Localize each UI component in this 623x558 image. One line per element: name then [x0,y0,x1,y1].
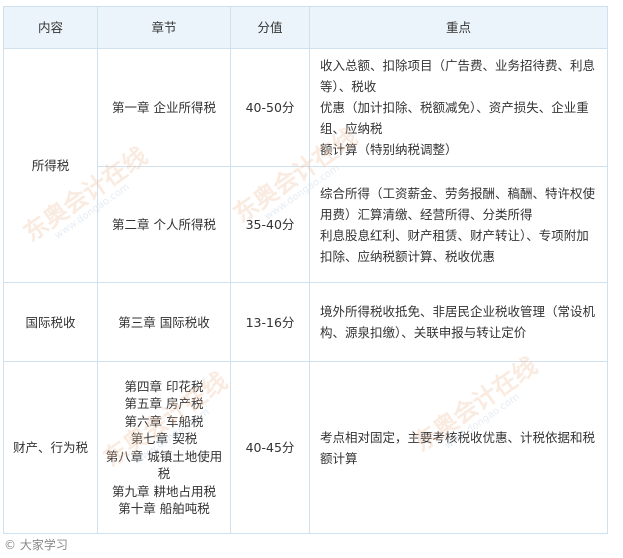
tax-outline-table: 内容 章节 分值 重点 所得税 第一章 企业所得税 40-50分 收入总额、扣除… [3,6,608,534]
table-row: 财产、行为税 第四章 印花税 第五章 房产税 第六章 车船税 第七章 契税 第八… [3,361,608,534]
header-score: 分值 [230,6,310,49]
chapter-item: 第五章 房产税 [124,396,204,411]
points-cell: 境外所得税收抵免、非居民企业税收管理（常设机构、源泉扣缴）、关联申报与转让定价 [309,282,608,362]
chapter-list-cell: 第四章 印花税 第五章 房产税 第六章 车船税 第七章 契税 第八章 城镇土地使… [97,361,231,534]
footer-watermark: © 大家学习 [4,538,68,552]
chapter-cell: 第三章 国际税收 [97,282,231,362]
points-cell: 考点相对固定，主要考核税收优惠、计税依据和税额计算 [309,361,608,534]
score-cell: 35-40分 [230,166,310,283]
table-header-row: 内容 章节 分值 重点 [3,6,608,49]
chapter-item: 第八章 城镇土地使用税 [105,448,223,482]
points-line: 优惠（加计扣除、税额减免）、资产损失、企业重组、应纳税 [320,100,589,136]
chapter-item: 第六章 车船税 [124,413,204,429]
score-cell: 40-45分 [230,361,310,534]
chapter-item: 第七章 契税 [130,431,198,446]
points-line: 收入总额、扣除项目（广告费、业务招待费、利息等）、税收 [320,58,596,94]
header-content: 内容 [3,6,98,49]
table-row: 所得税 第一章 企业所得税 40-50分 收入总额、扣除项目（广告费、业务招待费… [3,48,608,283]
points-line: 额计算（特别纳税调整） [320,142,458,157]
chapter-cell: 第一章 企业所得税 [97,48,231,167]
chapter-item: 第四章 印花税 [124,378,204,394]
chapter-cell: 第二章 个人所得税 [97,166,231,283]
points-cell: 综合所得（工资薪金、劳务报酬、稿酬、特许权使用费）汇算清缴、经营所得、分类所得 … [309,166,608,283]
chapter-item: 第十章 船舶吨税 [118,501,210,516]
points-line: 利息股息红利、财产租赁、财产转让）、专项附加扣除、应纳税额计算、税收优惠 [320,227,589,264]
score-cell: 40-50分 [230,48,310,167]
points-line: 综合所得（工资薪金、劳务报酬、稿酬、特许权使用费）汇算清缴、经营所得、分类所得 [320,185,596,222]
score-cell: 13-16分 [230,282,310,362]
header-points: 重点 [309,6,608,49]
points-cell: 收入总额、扣除项目（广告费、业务招待费、利息等）、税收 优惠（加计扣除、税额减免… [309,48,608,167]
chapter-item: 第九章 耕地占用税 [112,483,216,499]
category-property-tax: 财产、行为税 [3,361,98,534]
table-row: 国际税收 第三章 国际税收 13-16分 境外所得税收抵免、非居民企业税收管理（… [3,282,608,362]
header-chapter: 章节 [97,6,231,49]
category-income-tax: 所得税 [3,48,98,283]
category-intl-tax: 国际税收 [3,282,98,362]
